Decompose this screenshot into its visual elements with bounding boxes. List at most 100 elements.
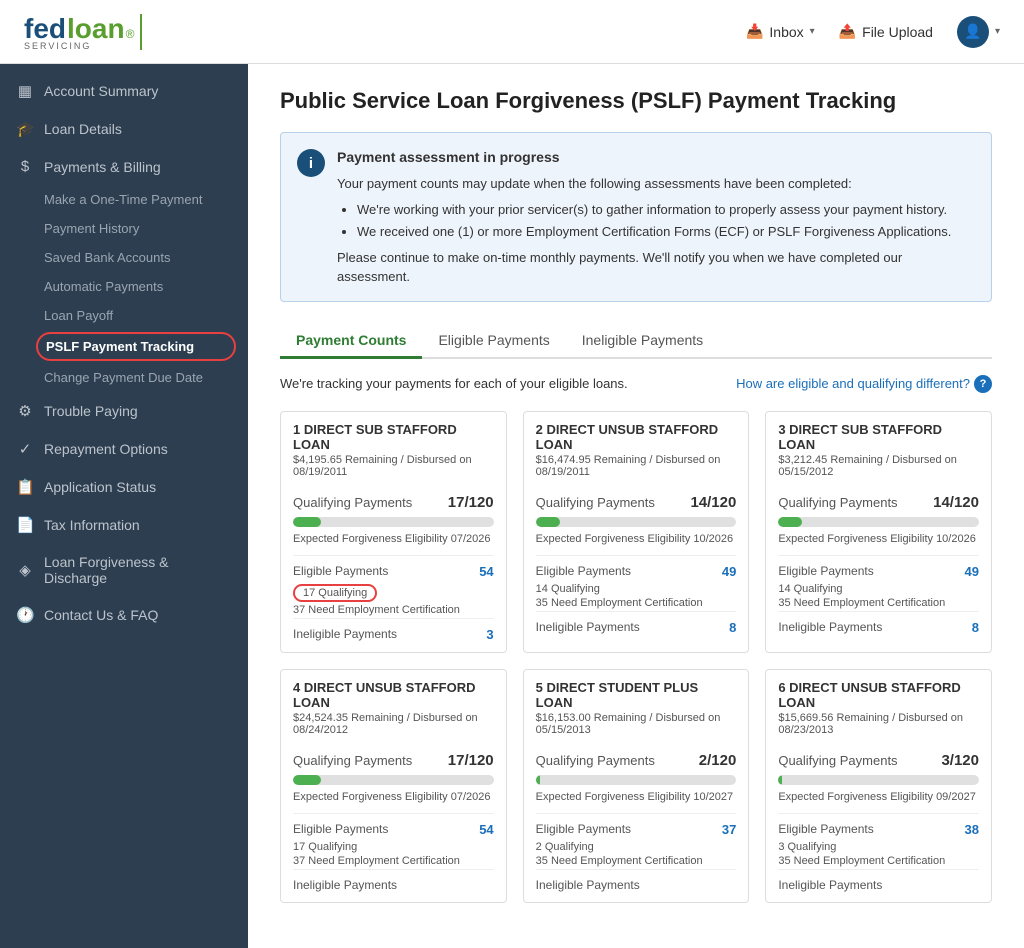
loan-card-header-4: 4 DIRECT UNSUB STAFFORD LOAN $24,524.35 … <box>281 670 506 742</box>
tracking-intro: We're tracking your payments for each of… <box>280 375 992 393</box>
qualifying-count-5: 2/120 <box>699 752 737 769</box>
file-upload-label: File Upload <box>862 24 933 40</box>
forgiveness-icon: ◈ <box>16 561 34 579</box>
file-upload-nav[interactable]: 📤 File Upload <box>839 23 933 40</box>
progress-bar-4 <box>293 775 494 785</box>
sidebar-item-contact[interactable]: 🕐 Contact Us & FAQ <box>0 596 248 634</box>
avatar: 👤 <box>957 16 989 48</box>
eligible-count-6[interactable]: 38 <box>965 822 979 837</box>
progress-bar-6 <box>778 775 979 785</box>
banner-bullet-1: We're working with your prior servicer(s… <box>357 200 975 220</box>
logo-divider <box>140 14 142 50</box>
tab-ineligible-payments[interactable]: Ineligible Payments <box>566 324 719 359</box>
main-layout: ▦ Account Summary 🎓 Loan Details $ Payme… <box>0 64 1024 948</box>
banner-intro: Your payment counts may update when the … <box>337 174 975 194</box>
loan-card-header-3: 3 DIRECT SUB STAFFORD LOAN $3,212.45 Rem… <box>766 412 991 484</box>
loan-card-6: 6 DIRECT UNSUB STAFFORD LOAN $15,669.56 … <box>765 669 992 903</box>
ineligible-row-1: Ineligible Payments 3 <box>293 618 494 642</box>
qualifying-count-6: 3/120 <box>941 752 979 769</box>
qualifying-count-4: 17/120 <box>448 752 494 769</box>
sidebar-item-label: Repayment Options <box>44 441 168 457</box>
sidebar-sub-saved-bank[interactable]: Saved Bank Accounts <box>0 243 248 272</box>
forgiveness-date-1: Expected Forgiveness Eligibility 07/2026 <box>293 533 494 545</box>
payments-billing-icon: $ <box>16 158 34 175</box>
sidebar-item-app-status[interactable]: 📋 Application Status <box>0 468 248 506</box>
progress-bar-5 <box>536 775 737 785</box>
user-nav[interactable]: 👤 ▾ <box>957 16 1000 48</box>
qualifying-row-2: Qualifying Payments 14/120 <box>536 494 737 511</box>
loan-card-2: 2 DIRECT UNSUB STAFFORD LOAN $16,474.95 … <box>523 411 750 653</box>
loan-details-1: $4,195.65 Remaining / Disbursed on 08/19… <box>293 454 494 478</box>
sidebar-sub-change-due-date[interactable]: Change Payment Due Date <box>0 363 248 392</box>
logo-registered: ® <box>126 27 135 41</box>
progress-fill-1 <box>293 517 321 527</box>
qualifying-count-2: 14/120 <box>690 494 736 511</box>
loan-card-5: 5 DIRECT STUDENT PLUS LOAN $16,153.00 Re… <box>523 669 750 903</box>
sidebar-item-label: Tax Information <box>44 517 140 533</box>
sidebar-sub-payment-history[interactable]: Payment History <box>0 214 248 243</box>
sidebar-item-payments-billing[interactable]: $ Payments & Billing <box>0 148 248 185</box>
qualifying-sub-text-5: 2 Qualifying <box>536 841 737 853</box>
sidebar-item-account-summary[interactable]: ▦ Account Summary <box>0 72 248 110</box>
sidebar-sub-auto-payments[interactable]: Automatic Payments <box>0 272 248 301</box>
ineligible-count-1[interactable]: 3 <box>486 627 493 642</box>
qualifying-label-6: Qualifying Payments <box>778 753 897 768</box>
sidebar-item-trouble-paying[interactable]: ⚙ Trouble Paying <box>0 392 248 430</box>
ineligible-row-3: Ineligible Payments 8 <box>778 611 979 635</box>
qualifying-count-1: 17/120 <box>448 494 494 511</box>
ineligible-row-4: Ineligible Payments <box>293 869 494 892</box>
loan-card-4: 4 DIRECT UNSUB STAFFORD LOAN $24,524.35 … <box>280 669 507 903</box>
loan-details-3: $3,212.45 Remaining / Disbursed on 05/15… <box>778 454 979 478</box>
forgiveness-date-5: Expected Forgiveness Eligibility 10/2027 <box>536 791 737 803</box>
sidebar-item-label: Loan Details <box>44 121 122 137</box>
eligible-count-2[interactable]: 49 <box>722 564 736 579</box>
qualifying-label-1: Qualifying Payments <box>293 495 412 510</box>
sidebar-item-repayment[interactable]: ✓ Repayment Options <box>0 430 248 468</box>
sidebar: ▦ Account Summary 🎓 Loan Details $ Payme… <box>0 64 248 948</box>
loans-grid: 1 DIRECT SUB STAFFORD LOAN $4,195.65 Rem… <box>280 411 992 903</box>
ineligible-label-1: Ineligible Payments <box>293 627 397 641</box>
inbox-nav[interactable]: 📥 Inbox ▾ <box>746 23 815 40</box>
help-link[interactable]: How are eligible and qualifying differen… <box>736 375 992 393</box>
eligible-count-5[interactable]: 37 <box>722 822 736 837</box>
sidebar-item-loan-details[interactable]: 🎓 Loan Details <box>0 110 248 148</box>
qualifying-sub-text-4: 17 Qualifying <box>293 841 494 853</box>
sidebar-item-forgiveness[interactable]: ◈ Loan Forgiveness & Discharge <box>0 544 248 596</box>
sidebar-item-label: Account Summary <box>44 83 158 99</box>
ineligible-count-2[interactable]: 8 <box>729 620 736 635</box>
tab-payment-counts[interactable]: Payment Counts <box>280 324 422 359</box>
loan-name-6: 6 DIRECT UNSUB STAFFORD LOAN <box>778 680 979 710</box>
sidebar-sub-pslf-tracking[interactable]: PSLF Payment Tracking <box>36 332 236 361</box>
loan-card-body-3: Qualifying Payments 14/120 Expected Forg… <box>766 484 991 645</box>
eligible-count-1[interactable]: 54 <box>479 564 493 579</box>
qualifying-label-5: Qualifying Payments <box>536 753 655 768</box>
qualifying-row-5: Qualifying Payments 2/120 <box>536 752 737 769</box>
logo: fed loan ® SERVICING <box>24 13 148 51</box>
info-banner: i Payment assessment in progress Your pa… <box>280 132 992 302</box>
help-link-text: How are eligible and qualifying differen… <box>736 376 970 391</box>
ineligible-count-3[interactable]: 8 <box>972 620 979 635</box>
app-header: fed loan ® SERVICING 📥 Inbox ▾ 📤 File Up… <box>0 0 1024 64</box>
loan-details-5: $16,153.00 Remaining / Disbursed on 05/1… <box>536 712 737 736</box>
repayment-icon: ✓ <box>16 440 34 458</box>
eligible-payments-row-4: Eligible Payments 54 <box>293 822 494 837</box>
sidebar-item-tax-info[interactable]: 📄 Tax Information <box>0 506 248 544</box>
sidebar-sub-make-payment[interactable]: Make a One-Time Payment <box>0 185 248 214</box>
help-circle-icon: ? <box>974 375 992 393</box>
info-icon: i <box>297 149 325 177</box>
banner-title: Payment assessment in progress <box>337 147 975 168</box>
qualifying-sub-text-2: 14 Qualifying <box>536 583 737 595</box>
qualifying-sub-text-3: 14 Qualifying <box>778 583 979 595</box>
tab-eligible-payments[interactable]: Eligible Payments <box>422 324 565 359</box>
qualifying-sub-6: 3 Qualifying 35 Need Employment Certific… <box>778 841 979 867</box>
progress-bar-2 <box>536 517 737 527</box>
loan-card-3: 3 DIRECT SUB STAFFORD LOAN $3,212.45 Rem… <box>765 411 992 653</box>
banner-bullets: We're working with your prior servicer(s… <box>337 200 975 242</box>
banner-bullet-2: We received one (1) or more Employment C… <box>357 222 975 242</box>
loan-card-header-2: 2 DIRECT UNSUB STAFFORD LOAN $16,474.95 … <box>524 412 749 484</box>
sidebar-sub-loan-payoff[interactable]: Loan Payoff <box>0 301 248 330</box>
eligible-count-4[interactable]: 54 <box>479 822 493 837</box>
eligible-count-3[interactable]: 49 <box>965 564 979 579</box>
qualifying-label-2: Qualifying Payments <box>536 495 655 510</box>
need-cert-1: 37 Need Employment Certification <box>293 604 494 616</box>
